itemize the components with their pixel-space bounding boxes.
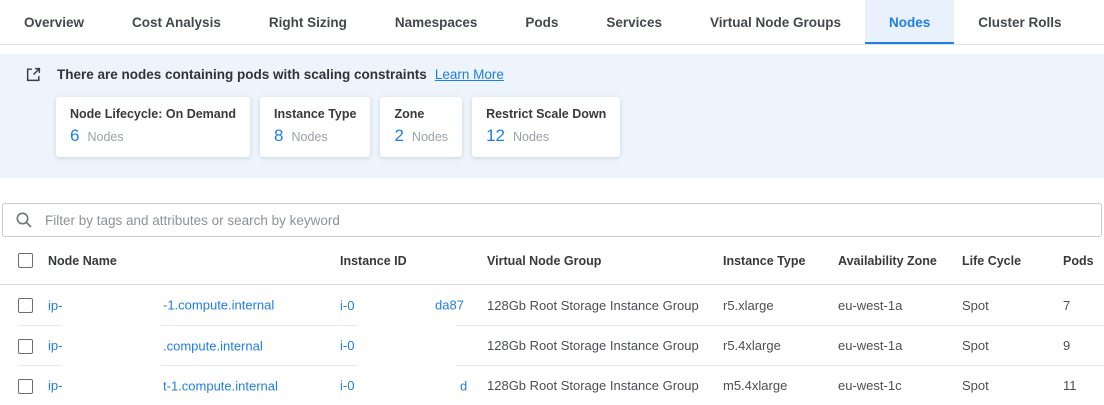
- instance-id-link[interactable]: i-0: [340, 378, 354, 393]
- cell-life-cycle: Spot: [962, 338, 1063, 353]
- cell-availability-zone: eu-west-1a: [838, 298, 962, 313]
- constraints-banner: There are nodes containing pods with sca…: [0, 54, 1104, 83]
- card-count-row: 2 Nodes: [394, 126, 448, 146]
- table-row: ip-1.compute.internali-0128Gb Root Stora…: [0, 325, 1104, 365]
- node-name-link[interactable]: t-1.compute.internal: [163, 378, 278, 393]
- table-header-row: Node NameInstance IDVirtual Node GroupIn…: [0, 237, 1104, 285]
- card-count: 2: [394, 126, 403, 146]
- tab-bar: OverviewCost AnalysisRight SizingNamespa…: [0, 0, 1104, 45]
- scale-out-icon: [25, 66, 42, 83]
- cell-pods: 11: [1063, 378, 1104, 393]
- summary-card-zone[interactable]: Zone 2 Nodes: [380, 97, 462, 157]
- card-count-row: 6 Nodes: [70, 126, 236, 146]
- cell-availability-zone: eu-west-1a: [838, 338, 962, 353]
- node-name-link[interactable]: ip-: [48, 298, 62, 313]
- banner-message: There are nodes containing pods with sca…: [57, 67, 427, 82]
- card-count: 8: [274, 126, 283, 146]
- card-count-row: 12 Nodes: [486, 126, 606, 146]
- instance-id-link[interactable]: da87: [435, 298, 464, 313]
- redaction-overlay: [434, 323, 456, 328]
- card-count: 6: [70, 126, 79, 146]
- cell-life-cycle: Spot: [962, 378, 1063, 393]
- column-header-pods: Pods: [1063, 254, 1104, 268]
- tab-virtual-node-groups[interactable]: Virtual Node Groups: [686, 0, 865, 44]
- card-count-row: 8 Nodes: [274, 126, 356, 146]
- card-unit: Nodes: [412, 130, 448, 144]
- cell-instance-type: m5.4xlarge: [723, 378, 838, 393]
- redaction-overlay: [357, 286, 434, 405]
- tab-services[interactable]: Services: [582, 0, 686, 44]
- cell-virtual-node-group: 128Gb Root Storage Instance Group: [487, 378, 723, 393]
- card-unit: Nodes: [291, 130, 327, 144]
- node-name-link[interactable]: -1.compute.internal: [163, 298, 274, 313]
- table-row: ip- -1.compute.internal i-0 da87 128Gb Root …: [0, 285, 1104, 325]
- node-name-link[interactable]: .compute.internal: [163, 338, 263, 353]
- table-body: ip- -1.compute.internal i-0 da87 128Gb Root …: [0, 285, 1104, 405]
- tab-cost-analysis[interactable]: Cost Analysis: [108, 0, 245, 44]
- row-checkbox[interactable]: [18, 379, 33, 394]
- cell-instance-type: r5.4xlarge: [723, 338, 838, 353]
- tab-log[interactable]: Log: [1086, 0, 1104, 44]
- tab-pods[interactable]: Pods: [501, 0, 582, 44]
- summary-card-restrict-scale-down[interactable]: Restrict Scale Down 12 Nodes: [472, 97, 620, 157]
- tab-right-sizing[interactable]: Right Sizing: [245, 0, 371, 44]
- card-count: 12: [486, 126, 505, 146]
- column-header-virtual-node-group: Virtual Node Group: [487, 254, 723, 268]
- card-title: Instance Type: [274, 107, 356, 121]
- nodes-table: Node NameInstance IDVirtual Node GroupIn…: [0, 237, 1104, 405]
- cell-pods: 7: [1063, 298, 1104, 313]
- cell-availability-zone: eu-west-1c: [838, 378, 962, 393]
- row-checkbox[interactable]: [18, 298, 33, 313]
- instance-id-link[interactable]: d: [460, 378, 467, 393]
- cell-virtual-node-group: 128Gb Root Storage Instance Group: [487, 338, 723, 353]
- filter-search[interactable]: [2, 203, 1102, 237]
- scaling-constraints-panel: There are nodes containing pods with sca…: [0, 54, 1104, 178]
- row-checkbox[interactable]: [18, 339, 33, 354]
- learn-more-link[interactable]: Learn More: [435, 67, 504, 82]
- summary-card-instance-type[interactable]: Instance Type 8 Nodes: [260, 97, 370, 157]
- column-header-availability-zone: Availability Zone: [838, 254, 962, 268]
- cell-instance-type: r5.xlarge: [723, 298, 838, 313]
- card-unit: Nodes: [87, 130, 123, 144]
- card-title: Node Lifecycle: On Demand: [70, 107, 236, 121]
- card-unit: Nodes: [513, 130, 549, 144]
- select-all-checkbox[interactable]: [18, 253, 33, 268]
- cell-virtual-node-group: 128Gb Root Storage Instance Group: [487, 298, 723, 313]
- tab-namespaces[interactable]: Namespaces: [371, 0, 502, 44]
- column-header-instance-type: Instance Type: [723, 254, 838, 268]
- redaction-overlay: [62, 286, 161, 405]
- node-name-link[interactable]: ip-: [48, 378, 62, 393]
- tab-nodes[interactable]: Nodes: [865, 0, 954, 44]
- summary-cards: Node Lifecycle: On Demand6NodesInstance …: [56, 97, 1104, 157]
- summary-card-node-lifecycle-on-demand[interactable]: Node Lifecycle: On Demand 6 Nodes: [56, 97, 250, 157]
- instance-id-link[interactable]: i-0: [340, 338, 354, 353]
- redaction-overlay: [434, 363, 456, 368]
- column-header-instance-id: Instance ID: [340, 254, 487, 268]
- column-header-node-name: Node Name: [48, 254, 340, 268]
- cell-life-cycle: Spot: [962, 298, 1063, 313]
- card-title: Zone: [394, 107, 448, 121]
- column-header-life-cycle: Life Cycle: [962, 254, 1063, 268]
- cell-pods: 9: [1063, 338, 1104, 353]
- header-checkbox-cell: [0, 253, 48, 268]
- card-title: Restrict Scale Down: [486, 107, 606, 121]
- tab-cluster-rolls[interactable]: Cluster Rolls: [954, 0, 1085, 44]
- tab-overview[interactable]: Overview: [0, 0, 108, 44]
- search-icon: [15, 211, 33, 229]
- instance-id-link[interactable]: i-0: [340, 298, 354, 313]
- search-input[interactable]: [43, 212, 1089, 229]
- redaction-overlay: [0, 286, 18, 405]
- table-row: ip-t-1.compute.internal i-0 d 128Gb Root St…: [0, 365, 1104, 405]
